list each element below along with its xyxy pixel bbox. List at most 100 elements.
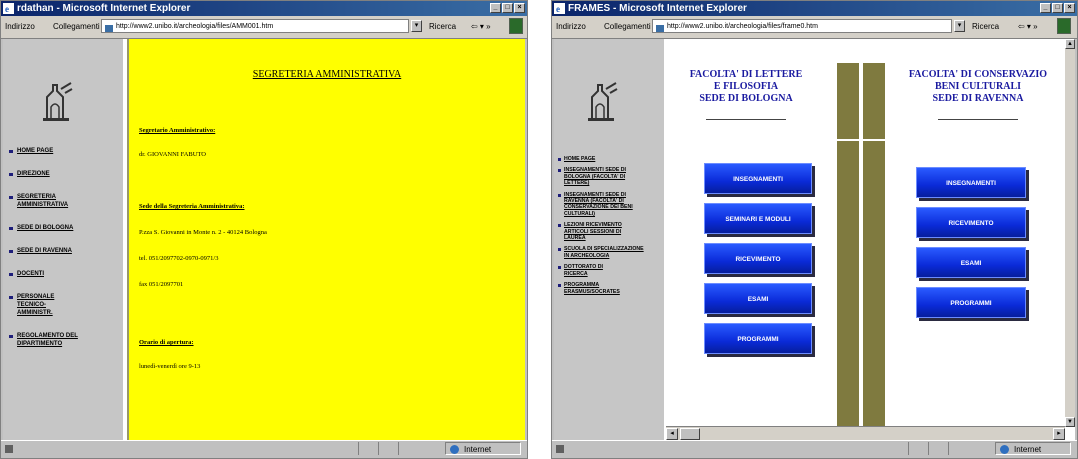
status-bar: Internet [552, 440, 1077, 458]
svg-text:e: e [556, 4, 560, 14]
scroll-thumb[interactable] [680, 428, 700, 440]
windows-logo-icon [1057, 18, 1071, 34]
esami-button[interactable]: ESAMI [916, 247, 1026, 278]
security-zone: Internet [445, 442, 521, 455]
divider [938, 119, 1018, 120]
security-zone: Internet [995, 442, 1071, 455]
scroll-up-button[interactable]: ▲ [1065, 39, 1075, 49]
section-label: Sede della Segreteria Amministrativa: [139, 203, 245, 210]
divider [706, 119, 786, 120]
nav-item-docenti[interactable]: DOCENTI [9, 270, 121, 278]
back-button[interactable]: ⇦ ▾ » [471, 22, 491, 31]
url-input[interactable]: http://www2.unibo.it/archeologia/files/A… [101, 19, 409, 33]
search-button[interactable]: Ricerca [972, 22, 999, 31]
faculty-heading-ravenna: FACOLTA' DI CONSERVAZIO BENI CULTURALI S… [908, 69, 1048, 104]
nav-item-erasmus[interactable]: PROGRAMMA ERASMUS/SOCRATES [558, 282, 652, 295]
nav-item-personale[interactable]: PERSONALE TECNICO-AMMINISTR. [9, 293, 81, 317]
nav-item-home[interactable]: HOME PAGE [9, 147, 121, 155]
nav-item-lezioni[interactable]: LEZIONI RICEVIMENTO ARTICOLI SESSIONI DI… [558, 222, 642, 241]
nav-item-sede-bologna[interactable]: SEDE DI BOLOGNA [9, 224, 121, 232]
sidebar: HOME PAGE DIREZIONE SEGRETERIA AMMINISTR… [3, 39, 123, 441]
address-label: Indirizzo [556, 22, 586, 31]
section-text: lunedì-venerdì ore 9-13 [139, 363, 201, 370]
nav-item-dottorato[interactable]: DOTTORATO DI RICERCA [558, 264, 624, 277]
insegnamenti-button[interactable]: INSEGNAMENTI [916, 167, 1026, 198]
page-icon [656, 25, 664, 32]
maximize-button[interactable]: □ [1052, 3, 1063, 13]
close-button[interactable]: × [514, 3, 525, 13]
url-input[interactable]: http://www2.unibo.it/archeologia/files/f… [652, 19, 952, 33]
window-title: FRAMES - Microsoft Internet Explorer [568, 3, 747, 14]
title-bar[interactable]: e rdathan - Microsoft Internet Explorer … [1, 1, 527, 16]
vertical-scrollbar[interactable]: ▲ ▼ [1064, 39, 1075, 427]
nav-item-insegnamenti-bologna[interactable]: INSEGNAMENTI SEDE DI BOLOGNA (FACOLTA' D… [558, 167, 648, 186]
ie-icon: e [554, 3, 565, 14]
title-bar[interactable]: e FRAMES - Microsoft Internet Explorer _… [552, 1, 1077, 16]
nav-item-scuola-specializzazione[interactable]: SCUOLA DI SPECIALIZZAZIONE IN ARCHEOLOGI… [558, 246, 648, 259]
nav-menu: HOME PAGE INSEGNAMENTI SEDE DI BOLOGNA (… [558, 156, 664, 300]
search-button[interactable]: Ricerca [429, 22, 456, 31]
nav-item-segreteria[interactable]: SEGRETERIA AMMINISTRATIVA [9, 193, 73, 209]
programmi-button[interactable]: PROGRAMMI [704, 323, 812, 354]
horizontal-scrollbar[interactable]: ◂ ▸ [666, 426, 1065, 441]
back-button[interactable]: ⇦ ▾ » [1018, 22, 1038, 31]
section-text: P.zza S. Giovanni in Monte n. 2 - 40124 … [139, 229, 267, 236]
page-icon [105, 25, 113, 32]
programmi-button[interactable]: PROGRAMMI [916, 287, 1026, 318]
seminari-moduli-button[interactable]: SEMINARI E MODULI [704, 203, 812, 234]
globe-icon [450, 445, 459, 454]
page-status-icon [5, 445, 13, 453]
windows-logo-icon [509, 18, 523, 34]
section-text: fax 051/2097701 [139, 281, 184, 288]
ricevimento-button[interactable]: RICEVIMENTO [704, 243, 812, 274]
section-text: dr. GIOVANNI FABUTO [139, 151, 206, 158]
window-title: rdathan - Microsoft Internet Explorer [17, 3, 191, 14]
page-content: HOME PAGE INSEGNAMENTI SEDE DI BOLOGNA (… [554, 39, 1075, 441]
address-bar: Indirizzo Collegamenti http://www2.unibo… [1, 16, 527, 39]
links-label[interactable]: Collegamenti [53, 22, 100, 31]
globe-icon [1000, 445, 1009, 454]
url-text: http://www2.unibo.it/archeologia/files/A… [116, 23, 274, 30]
svg-text:e: e [5, 4, 9, 14]
links-label[interactable]: Collegamenti [604, 22, 651, 31]
url-dropdown-button[interactable]: ▾ [411, 20, 422, 32]
scroll-down-button[interactable]: ▼ [1065, 417, 1075, 427]
nav-item-home[interactable]: HOME PAGE [558, 156, 664, 162]
column-decoration [863, 63, 885, 427]
status-bar: Internet [1, 440, 527, 458]
scroll-left-button[interactable]: ◂ [666, 428, 678, 440]
column-decoration [837, 63, 859, 427]
main-panel: SEGRETERIA AMMINISTRATIVA Segretario Amm… [127, 39, 525, 441]
page-title: SEGRETERIA AMMINISTRATIVA [252, 69, 402, 80]
sidebar: HOME PAGE INSEGNAMENTI SEDE DI BOLOGNA (… [554, 39, 664, 441]
nav-item-insegnamenti-ravenna[interactable]: INSEGNAMENTI SEDE DI RAVENNA (FACOLTA' D… [558, 192, 652, 218]
ricevimento-button[interactable]: RICEVIMENTO [916, 207, 1026, 238]
page-status-icon [556, 445, 564, 453]
browser-window-left: e rdathan - Microsoft Internet Explorer … [0, 0, 528, 459]
insegnamenti-button[interactable]: INSEGNAMENTI [704, 163, 812, 194]
nav-item-sede-ravenna[interactable]: SEDE DI RAVENNA [9, 247, 121, 255]
department-logo-icon [43, 82, 73, 121]
main-frame: FACOLTA' DI LETTERE E FILOSOFIA SEDE DI … [666, 39, 1065, 427]
nav-menu: HOME PAGE DIREZIONE SEGRETERIA AMMINISTR… [9, 147, 121, 363]
page-content: HOME PAGE DIREZIONE SEGRETERIA AMMINISTR… [3, 39, 525, 441]
minimize-button[interactable]: _ [490, 3, 501, 13]
faculty-heading-bologna: FACOLTA' DI LETTERE E FILOSOFIA SEDE DI … [689, 69, 803, 104]
url-text: http://www2.unibo.it/archeologia/files/f… [667, 23, 818, 30]
esami-button[interactable]: ESAMI [704, 283, 812, 314]
nav-item-regolamento[interactable]: REGOLAMENTO DEL DIPARTIMENTO [9, 332, 89, 348]
close-button[interactable]: × [1064, 3, 1075, 13]
section-label: Segretario Amministrativo: [139, 127, 216, 134]
scroll-right-button[interactable]: ▸ [1053, 428, 1065, 440]
maximize-button[interactable]: □ [502, 3, 513, 13]
address-bar: Indirizzo Collegamenti http://www2.unibo… [552, 16, 1077, 39]
browser-window-right: e FRAMES - Microsoft Internet Explorer _… [551, 0, 1078, 459]
nav-item-direzione[interactable]: DIREZIONE [9, 170, 121, 178]
section-label: Orario di apertura: [139, 339, 194, 346]
department-logo-icon [588, 82, 618, 121]
url-dropdown-button[interactable]: ▾ [954, 20, 965, 32]
ie-icon: e [3, 3, 14, 14]
section-text: tel. 051/2097702-0970-0971/3 [139, 255, 219, 262]
address-label: Indirizzo [5, 22, 35, 31]
minimize-button[interactable]: _ [1040, 3, 1051, 13]
